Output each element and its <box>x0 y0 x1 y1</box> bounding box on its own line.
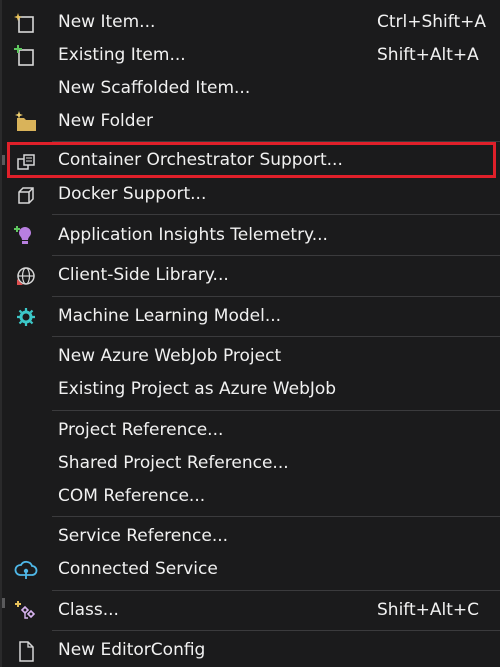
menu-item-shortcut: Ctrl+Shift+A <box>377 12 487 32</box>
menu-separator <box>52 410 500 411</box>
menu-item-class[interactable]: Class... Shift+Alt+C <box>2 594 500 627</box>
editorconfig-icon <box>14 640 38 662</box>
class-icon <box>14 600 38 622</box>
machine-learning-icon <box>14 306 38 328</box>
menu-item-label: New Azure WebJob Project <box>58 346 282 366</box>
menu-item-label: Connected Service <box>58 559 218 579</box>
menu-item-label: Docker Support... <box>58 184 207 204</box>
menu-item-com-reference[interactable]: COM Reference... <box>2 480 500 513</box>
menu-item-new-editorconfig[interactable]: New EditorConfig <box>2 634 500 667</box>
menu-separator <box>52 590 500 591</box>
existing-item-icon <box>14 45 38 67</box>
menu-item-label: COM Reference... <box>58 486 206 506</box>
menu-item-shortcut: Shift+Alt+C <box>377 600 480 620</box>
menu-separator <box>52 214 500 215</box>
menu-item-new-scaffolded-item[interactable]: New Scaffolded Item... <box>2 72 500 105</box>
menu-item-label: New Scaffolded Item... <box>58 78 251 98</box>
new-item-icon <box>14 12 38 34</box>
menu-item-application-insights[interactable]: Application Insights Telemetry... <box>2 219 500 252</box>
menu-item-label: Client-Side Library... <box>58 265 229 285</box>
menu-item-existing-item[interactable]: Existing Item... Shift+Alt+A <box>2 39 500 72</box>
menu-item-label: New EditorConfig <box>58 640 206 660</box>
menu-item-client-side-library[interactable]: Client-Side Library... <box>2 259 500 292</box>
new-folder-icon <box>14 111 38 133</box>
menu-item-label: Machine Learning Model... <box>58 306 282 326</box>
menu-separator <box>52 296 500 297</box>
menu-separator <box>52 255 500 256</box>
menu-item-label: New Folder <box>58 111 154 131</box>
menu-item-label: Existing Project as Azure WebJob <box>58 379 337 399</box>
left-edge-marker <box>2 155 5 165</box>
menu-item-machine-learning-model[interactable]: Machine Learning Model... <box>2 300 500 333</box>
docker-icon <box>14 184 38 206</box>
menu-item-new-folder[interactable]: New Folder <box>2 105 500 138</box>
menu-item-new-azure-webjob[interactable]: New Azure WebJob Project <box>2 340 500 373</box>
menu-item-connected-service[interactable]: Connected Service <box>2 553 500 586</box>
menu-item-new-item[interactable]: New Item... Ctrl+Shift+A <box>2 6 500 39</box>
menu-item-shortcut: Shift+Alt+A <box>377 45 479 65</box>
menu-separator <box>52 630 500 631</box>
connected-service-icon <box>14 559 38 581</box>
menu-item-project-reference[interactable]: Project Reference... <box>2 414 500 447</box>
add-context-menu: New Item... Ctrl+Shift+A Existing Item..… <box>0 0 500 667</box>
menu-item-label: Shared Project Reference... <box>58 453 289 473</box>
client-library-icon <box>14 265 38 287</box>
menu-item-shared-project-reference[interactable]: Shared Project Reference... <box>2 447 500 480</box>
highlight-box <box>7 142 496 178</box>
menu-item-docker-support[interactable]: Docker Support... <box>2 178 500 211</box>
menu-item-label: Service Reference... <box>58 526 229 546</box>
app-insights-icon <box>14 225 38 247</box>
menu-item-label: New Item... <box>58 12 156 32</box>
menu-separator <box>52 336 500 337</box>
menu-item-label: Application Insights Telemetry... <box>58 225 328 245</box>
menu-item-existing-project-webjob[interactable]: Existing Project as Azure WebJob <box>2 373 500 406</box>
left-edge-marker <box>2 598 5 608</box>
menu-item-label: Class... <box>58 600 119 620</box>
menu-item-service-reference[interactable]: Service Reference... <box>2 520 500 553</box>
menu-item-label: Project Reference... <box>58 420 224 440</box>
menu-item-label: Existing Item... <box>58 45 186 65</box>
menu-separator <box>52 516 500 517</box>
